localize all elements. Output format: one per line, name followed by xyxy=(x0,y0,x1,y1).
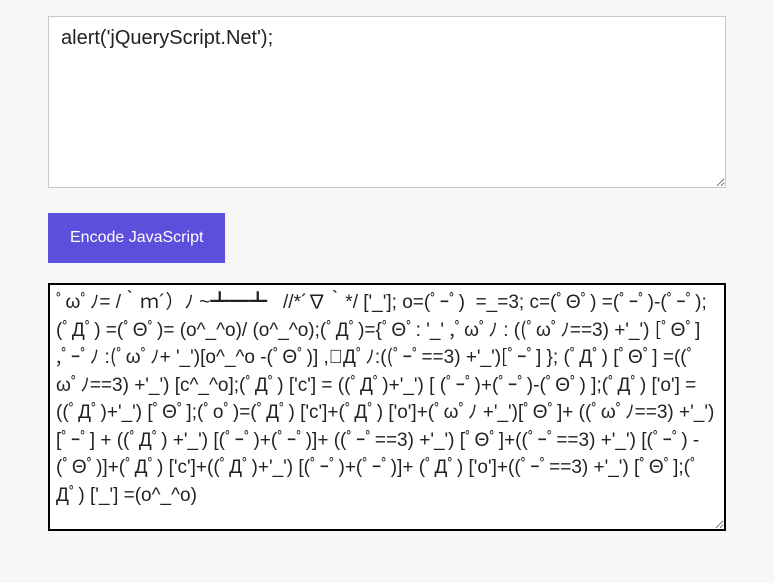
encoded-output[interactable] xyxy=(48,283,726,531)
javascript-input[interactable] xyxy=(48,16,726,188)
encode-button[interactable]: Encode JavaScript xyxy=(48,213,225,263)
